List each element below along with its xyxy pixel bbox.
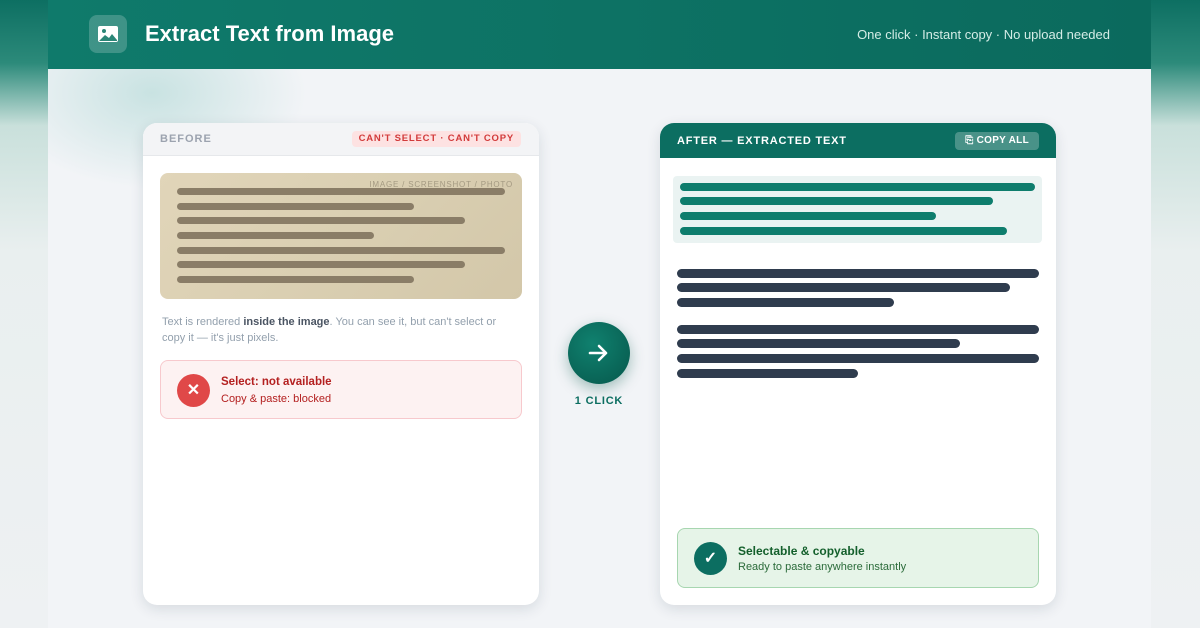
image-text-line (177, 261, 465, 268)
extracted-text-line[interactable] (677, 339, 960, 348)
copy-all-button[interactable]: ⎘ COPY ALL (955, 132, 1039, 150)
status-subtitle: Copy & paste: blocked (221, 393, 332, 405)
image-text-line (177, 188, 505, 195)
extracted-text-line (680, 197, 993, 205)
cant-copy-badge: CAN'T SELECT · CAN'T COPY (351, 131, 521, 147)
background-right (1151, 0, 1200, 628)
description-emphasis: inside the image (243, 316, 330, 328)
extracted-text-line[interactable] (677, 354, 1039, 363)
before-card: BEFORE CAN'T SELECT · CAN'T COPY IMAGE /… (143, 123, 539, 605)
before-label: BEFORE (160, 133, 212, 145)
extracted-text-line[interactable] (677, 369, 858, 378)
header-bar: Extract Text from Image One click · Inst… (48, 0, 1151, 69)
image-text-line (177, 203, 414, 210)
highlighted-text-block[interactable] (673, 176, 1042, 243)
image-text-line (177, 232, 374, 239)
click-count-label: 1 CLICK (574, 395, 624, 407)
image-text-line (177, 247, 505, 254)
after-label: AFTER — EXTRACTED TEXT (677, 135, 847, 147)
status-title: Selectable & copyable (738, 544, 865, 558)
description-text: Text is rendered (162, 316, 244, 328)
extracted-text-line (680, 183, 1035, 191)
extracted-text-line[interactable] (677, 269, 1039, 278)
status-title: Select: not available (221, 376, 332, 388)
extracted-text-line[interactable] (677, 325, 1039, 334)
extracted-text-line[interactable] (677, 283, 1010, 292)
image-text-line (177, 217, 465, 224)
not-available-status: ✕ Select: not available Copy & paste: bl… (160, 360, 522, 419)
status-subtitle: Ready to paste anywhere instantly (738, 561, 907, 573)
copyable-status: ✓ Selectable & copyable Ready to paste a… (677, 528, 1039, 588)
check-icon: ✓ (694, 542, 727, 575)
copy-all-label: COPY ALL (976, 135, 1029, 146)
clipboard-icon: ⎘ (965, 135, 974, 146)
after-card: AFTER — EXTRACTED TEXT ⎘ COPY ALL ✓ Sele… (660, 123, 1056, 605)
extracted-text-line[interactable] (677, 298, 894, 307)
extracted-text-line (680, 212, 936, 220)
after-card-header: AFTER — EXTRACTED TEXT ⎘ COPY ALL (660, 123, 1056, 158)
image-text-line (177, 276, 414, 283)
background-left (0, 0, 48, 628)
close-icon: ✕ (177, 374, 210, 407)
extracted-text-line (680, 227, 1007, 235)
image-icon (89, 15, 127, 53)
arrow-right-icon (588, 344, 608, 362)
before-description: Text is rendered inside the image. You c… (162, 314, 522, 346)
app-title: Extract Text from Image (145, 21, 395, 46)
sample-image: IMAGE / SCREENSHOT / PHOTO (160, 173, 522, 299)
tagline: One click · Instant copy · No upload nee… (857, 27, 1110, 42)
convert-button[interactable] (568, 322, 630, 384)
before-card-header: BEFORE CAN'T SELECT · CAN'T COPY (143, 123, 539, 156)
